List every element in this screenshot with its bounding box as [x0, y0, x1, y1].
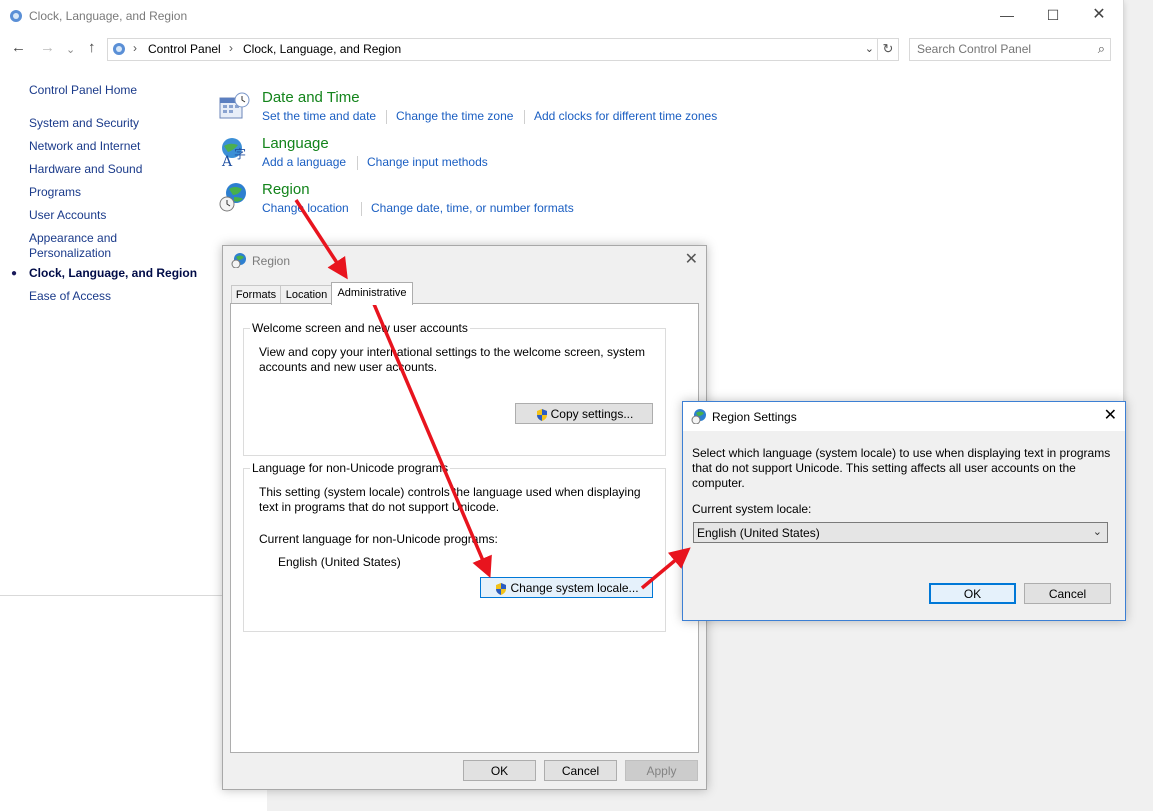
- copy-settings-button[interactable]: Copy settings...: [515, 403, 653, 424]
- administrative-tab-page: Welcome screen and new user accounts Vie…: [230, 303, 699, 753]
- region-settings-ok-button[interactable]: OK: [929, 583, 1016, 604]
- forward-button[interactable]: →: [40, 40, 55, 56]
- link-change-time-zone[interactable]: Change the time zone: [396, 109, 513, 123]
- control-panel-icon: [113, 43, 125, 55]
- back-button[interactable]: ←: [11, 40, 26, 56]
- change-system-locale-label: Change system locale...: [510, 581, 639, 595]
- maximize-button[interactable]: ☐: [1030, 4, 1076, 26]
- current-language-label: Current language for non-Unicode program…: [259, 532, 498, 546]
- region-apply-button[interactable]: Apply: [625, 760, 698, 781]
- sidebar-item-system-security[interactable]: System and Security: [29, 116, 139, 130]
- chevron-down-icon[interactable]: ⌄: [865, 42, 874, 55]
- region-dialog: Region ✕ Formats Location Administrative…: [222, 245, 707, 790]
- region-settings-title: Region Settings: [712, 410, 797, 424]
- svg-text:A: A: [221, 154, 233, 168]
- system-locale-select[interactable]: English (United States) ⌄: [693, 522, 1108, 543]
- change-system-locale-button[interactable]: Change system locale...: [480, 577, 653, 598]
- divider: [361, 202, 362, 216]
- breadcrumb-control-panel[interactable]: Control Panel: [148, 42, 221, 56]
- minimize-button[interactable]: —: [984, 4, 1030, 26]
- sidebar-item-hardware-sound[interactable]: Hardware and Sound: [29, 162, 142, 176]
- sidebar-item-clock-language-region[interactable]: Clock, Language, and Region: [29, 266, 197, 280]
- refresh-button[interactable]: ↻: [877, 38, 899, 61]
- breadcrumb-separator-icon: ›: [133, 41, 137, 55]
- category-title-region[interactable]: Region: [262, 181, 310, 198]
- window-title: Clock, Language, and Region: [29, 9, 188, 23]
- uac-shield-icon: [536, 408, 547, 421]
- sidebar-item-user-accounts[interactable]: User Accounts: [29, 208, 106, 222]
- date-time-icon: [219, 92, 250, 119]
- svg-text:字: 字: [234, 146, 246, 161]
- link-set-time-date[interactable]: Set the time and date: [262, 109, 376, 123]
- link-change-formats[interactable]: Change date, time, or number formats: [371, 201, 574, 215]
- welcome-group-description: View and copy your international setting…: [259, 345, 645, 374]
- category-title-date-time[interactable]: Date and Time: [262, 89, 360, 106]
- sidebar-home[interactable]: Control Panel Home: [29, 83, 137, 97]
- control-panel-icon: [10, 10, 22, 22]
- tab-formats[interactable]: Formats: [231, 285, 281, 304]
- divider: [524, 110, 525, 124]
- search-input[interactable]: [917, 42, 1087, 56]
- chevron-down-icon: ⌄: [1092, 526, 1102, 538]
- link-change-input-methods[interactable]: Change input methods: [367, 155, 488, 169]
- region-settings-dialog: Region Settings ✕ Select which language …: [682, 401, 1126, 621]
- close-icon[interactable]: ✕: [1104, 405, 1117, 425]
- copy-settings-label: Copy settings...: [550, 407, 634, 421]
- current-language-value: English (United States): [278, 555, 401, 569]
- region-globe-icon: [691, 409, 706, 424]
- recent-locations-button[interactable]: ⌄: [66, 42, 75, 58]
- search-icon: ⌕: [1097, 41, 1105, 56]
- close-button[interactable]: ✕: [1076, 4, 1122, 26]
- tab-location[interactable]: Location: [280, 285, 333, 304]
- tab-administrative[interactable]: Administrative: [331, 282, 413, 305]
- region-settings-cancel-button[interactable]: Cancel: [1024, 583, 1111, 604]
- uac-shield-icon: [496, 582, 507, 595]
- link-add-clocks[interactable]: Add clocks for different time zones: [534, 109, 717, 123]
- close-icon[interactable]: ✕: [685, 249, 698, 269]
- up-button[interactable]: ↑: [88, 40, 96, 56]
- region-settings-description: Select which language (system locale) to…: [692, 446, 1111, 490]
- non-unicode-group-label: Language for non-Unicode programs: [250, 461, 451, 475]
- sidebar-item-ease-of-access[interactable]: Ease of Access: [29, 289, 111, 303]
- language-icon: A 字: [221, 138, 246, 168]
- region-ok-button[interactable]: OK: [463, 760, 536, 781]
- address-bar[interactable]: › Control Panel › Clock, Language, and R…: [107, 38, 879, 61]
- region-globe-icon: [231, 253, 246, 268]
- divider: [386, 110, 387, 124]
- region-dialog-title: Region: [252, 254, 291, 268]
- link-add-language[interactable]: Add a language: [262, 155, 346, 169]
- welcome-group-label: Welcome screen and new user accounts: [250, 321, 470, 335]
- region-cancel-button[interactable]: Cancel: [544, 760, 617, 781]
- link-change-location[interactable]: Change location: [262, 201, 349, 215]
- search-box[interactable]: ⌕: [909, 38, 1111, 61]
- breadcrumb-clock-language-region[interactable]: Clock, Language, and Region: [243, 42, 401, 56]
- current-item-bullet-icon: ●: [11, 268, 18, 279]
- divider: [357, 156, 358, 170]
- breadcrumb-separator-icon: ›: [229, 41, 233, 55]
- system-locale-value: English (United States): [697, 526, 820, 540]
- non-unicode-group-description: This setting (system locale) controls th…: [259, 485, 641, 514]
- sidebar-item-programs[interactable]: Programs: [29, 185, 81, 199]
- category-title-language[interactable]: Language: [262, 135, 329, 152]
- sidebar-item-network-internet[interactable]: Network and Internet: [29, 139, 140, 153]
- region-globe-icon: [219, 183, 246, 212]
- sidebar-item-appearance[interactable]: Appearance and Personalization: [29, 231, 139, 261]
- current-system-locale-label: Current system locale:: [692, 502, 812, 516]
